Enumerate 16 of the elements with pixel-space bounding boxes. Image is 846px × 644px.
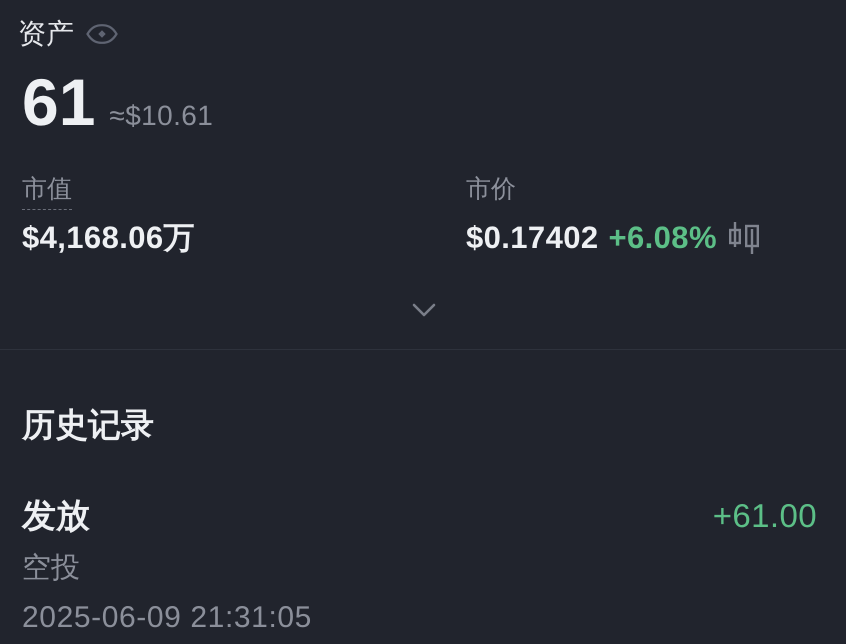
stat-value: $4,168.06万: [22, 219, 195, 257]
assets-label: 资产: [18, 17, 74, 51]
chevron-down-icon[interactable]: [412, 303, 436, 317]
candlestick-chart-icon[interactable]: [726, 221, 761, 255]
stat-label: 市价: [466, 174, 516, 205]
history-title: 历史记录: [22, 405, 155, 445]
record-time: 2025-06-09 21:31:05: [22, 600, 313, 636]
record-type: 空投: [22, 551, 81, 586]
asset-amount: 61: [22, 69, 96, 135]
stat-label: 市值: [22, 173, 72, 210]
stat-value: $0.17402: [466, 219, 598, 257]
asset-usd-value: ≈$10.61: [109, 99, 214, 133]
price-change: +6.08%: [608, 219, 717, 257]
record-title: 发放: [22, 496, 90, 537]
eye-icon[interactable]: [86, 24, 118, 44]
record-amount: +61.00: [712, 496, 817, 536]
